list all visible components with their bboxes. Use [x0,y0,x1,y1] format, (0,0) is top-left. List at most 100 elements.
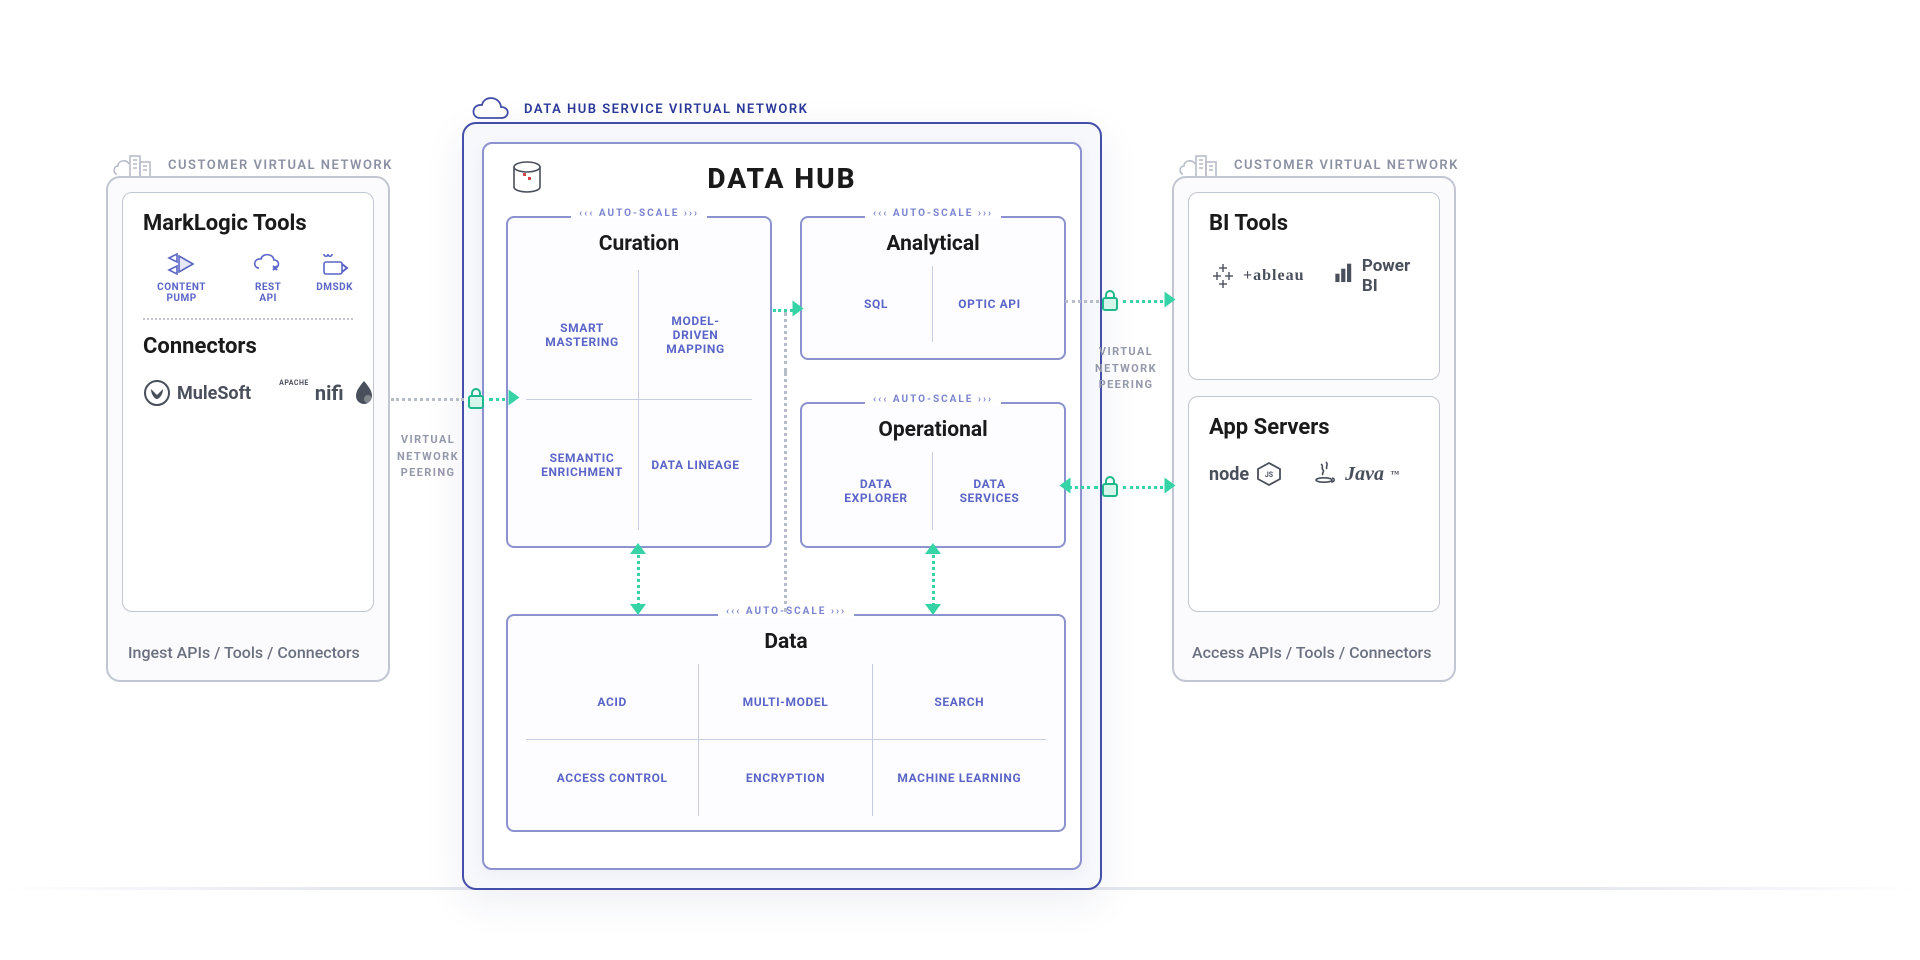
data-cell: SEARCH [873,664,1046,740]
tableau-icon [1209,262,1237,290]
bi-tools-title: BI Tools [1209,211,1419,236]
bi-tools-panel: BI Tools +ableau [1188,192,1440,380]
brand-powerbi: Power BI [1332,256,1419,296]
rest-api-icon [251,250,285,278]
hub-title-row: DATA HUB [484,162,1080,195]
node-icon: JS [1255,460,1283,488]
operational-cell: DATA EXPLORER [820,452,933,530]
brand-name: node [1209,464,1249,485]
arrow-up-icon [925,543,941,554]
tool-label: REST API [246,282,290,304]
curation-box: AUTO-SCALE Curation SMART MASTERING MODE… [506,216,772,548]
analytical-box: AUTO-SCALE Analytical SQL OPTIC API [800,216,1066,360]
operational-box: AUTO-SCALE Operational DATA EXPLORER DAT… [800,402,1066,548]
data-cell: ENCRYPTION [699,740,872,816]
arrow-down-icon [630,604,646,615]
flow-curation-data [637,549,640,612]
network-label-left: CUSTOMER VIRTUAL NETWORK [168,158,393,173]
brand-name: Power BI [1362,256,1419,296]
flow-right-bot-teal-r [1123,486,1170,489]
marklogic-tools-title: MarkLogic Tools [143,211,353,236]
operational-grid: DATA EXPLORER DATA SERVICES [820,452,1046,530]
arrow-right-icon [509,390,520,406]
left-panel: MarkLogic Tools CONTENT PUMP REST API [122,192,374,612]
analytical-cell: SQL [820,266,933,342]
data-grid: ACID MULTI-MODEL SEARCH ACCESS CONTROL E… [526,664,1046,816]
lock-icon [1100,288,1120,312]
left-network-frame: MarkLogic Tools CONTENT PUMP REST API [106,176,390,682]
data-cell: ACID [526,664,699,740]
content-pump-icon [165,250,199,278]
connectors-row: MuleSoft APACHE nifi [143,373,353,407]
flow-operational-data [932,549,935,612]
app-servers-title: App Servers [1209,415,1419,440]
svg-text:JS: JS [1265,471,1274,479]
curation-cell: SMART MASTERING [526,270,639,400]
tools-row: CONTENT PUMP REST API [143,250,353,304]
tool-label: DMSDK [316,282,353,293]
center-network-frame: DATA HUB AUTO-SCALE Curation SMART MASTE… [462,122,1102,890]
lock-icon [1100,474,1120,498]
curation-title: Curation [508,232,770,256]
arrow-right-icon [1165,292,1176,308]
operational-cell: DATA SERVICES [933,452,1046,530]
analytical-title: Analytical [802,232,1064,256]
analytical-cell: OPTIC API [933,266,1046,342]
curation-cell: MODEL-DRIVEN MAPPING [639,270,752,400]
app-servers-row: node JS Java ™ [1209,454,1419,488]
arrow-down-icon [925,604,941,615]
data-hub-box: DATA HUB AUTO-SCALE Curation SMART MASTE… [482,142,1082,870]
peering-label-left: VIRTUAL NETWORK PEERING [392,432,464,482]
curation-grid: SMART MASTERING MODEL-DRIVEN MAPPING SEM… [526,270,752,530]
brand-nifi: APACHE nifi [279,379,377,407]
brand-name: Java [1345,463,1384,486]
flow-vert-gray [784,312,787,372]
mulesoft-icon [143,379,171,407]
autoscale-label: AUTO-SCALE [865,208,1001,219]
brand-java: Java ™ [1311,460,1399,488]
brand-name: +ableau [1243,267,1304,285]
brand-node: node JS [1209,460,1283,488]
data-cell: ACCESS CONTROL [526,740,699,816]
tool-content-pump: CONTENT PUMP [143,250,220,304]
flow-right-top-gray1 [1065,300,1099,303]
bi-tools-row: +ableau Power BI [1209,250,1419,296]
left-caption: Ingest APIs / Tools / Connectors [128,643,360,662]
java-icon [1311,460,1339,488]
flow-left-gray [391,398,464,401]
tool-rest-api: REST API [246,250,290,304]
brand-name: MuleSoft [177,383,251,404]
powerbi-icon [1332,262,1355,290]
network-label-right: CUSTOMER VIRTUAL NETWORK [1234,158,1459,173]
data-title: Data [508,630,1064,654]
lock-icon [466,386,486,410]
hub-title: DATA HUB [707,162,856,195]
data-cell: MULTI-MODEL [699,664,872,740]
panel-divider [143,318,353,320]
autoscale-label: AUTO-SCALE [865,394,1001,405]
brand-superscript: APACHE [279,379,309,387]
connectors-title: Connectors [143,334,353,359]
brand-tableau: +ableau [1209,262,1304,290]
curation-cell: DATA LINEAGE [639,400,752,530]
brand-name: nifi [315,381,344,405]
curation-cell: SEMANTIC ENRICHMENT [526,400,639,530]
data-cell: MACHINE LEARNING [873,740,1046,816]
dmsdk-icon [318,250,352,278]
trademark: ™ [1390,469,1399,479]
operational-title: Operational [802,418,1064,442]
arrow-left-icon [1060,478,1071,494]
flow-right-bot-teal-l [1068,486,1098,489]
arrow-right-icon [1165,478,1176,494]
app-servers-panel: App Servers node JS [1188,396,1440,612]
nifi-icon [350,379,378,407]
brand-mulesoft: MuleSoft [143,379,251,407]
right-caption: Access APIs / Tools / Connectors [1192,643,1431,662]
autoscale-label: AUTO-SCALE [571,208,707,219]
network-label-center: DATA HUB SERVICE VIRTUAL NETWORK [524,102,808,117]
tool-dmsdk: DMSDK [316,250,353,293]
analytical-grid: SQL OPTIC API [820,266,1046,342]
flow-right-top-teal [1123,300,1170,303]
flow-vert-gray2 [784,372,787,612]
peering-label-right: VIRTUAL NETWORK PEERING [1085,344,1167,394]
